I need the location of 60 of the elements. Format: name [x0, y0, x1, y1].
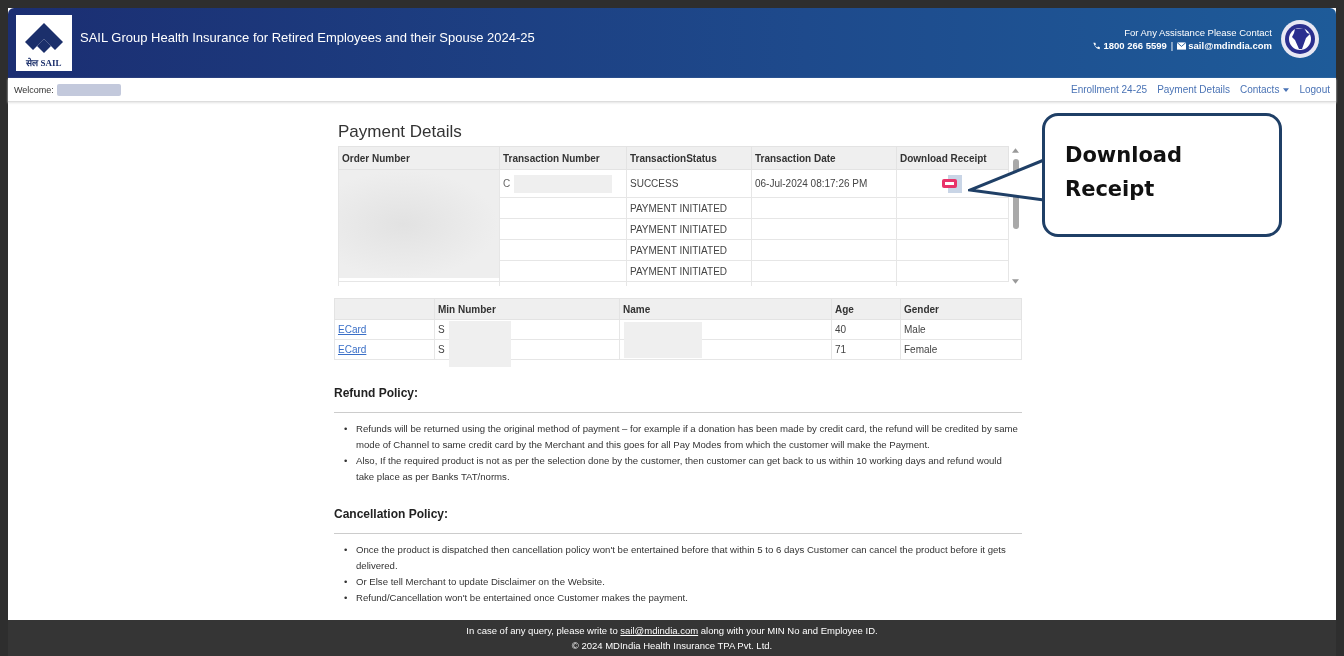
- scroll-down-icon[interactable]: [1012, 279, 1019, 284]
- table-cell: 71: [835, 344, 847, 355]
- scroll-up-icon[interactable]: [1012, 148, 1019, 153]
- redacted-name: [56, 83, 121, 96]
- page-title: Payment Details: [338, 122, 463, 142]
- column-header: Order Number: [338, 146, 500, 170]
- policy-item: Or Else tell Merchant to update Disclaimer on the Website.: [356, 575, 605, 589]
- nav-link[interactable]: Logout: [1299, 84, 1330, 95]
- nav-link[interactable]: Enrollment 24-25: [1070, 84, 1148, 95]
- email-link[interactable]: sail@mdindia.com: [620, 625, 699, 636]
- table-cell: SUCCESS: [630, 178, 679, 189]
- table-cell: 40: [835, 324, 847, 335]
- assistance-label: For Any Assistance Please Contact: [1124, 27, 1272, 38]
- copyright-text: © 2024 MDIndia Health Insurance TPA Pvt. Ltd.: [571, 639, 773, 653]
- separator: |: [1170, 40, 1174, 51]
- column-header: Name: [623, 303, 651, 315]
- ecard-link[interactable]: ECard: [338, 344, 367, 355]
- caret-icon: [1283, 87, 1290, 92]
- bullet: •: [344, 591, 349, 605]
- policy-item: Refund/Cancellation won't be entertained once Customer makes the payment.: [356, 591, 688, 605]
- footer-query-text: In case of any query, please write to sail@mdindia.com along with your MIN No and Employee ID.: [466, 624, 878, 638]
- table-cell: PAYMENT INITIATED: [630, 223, 728, 235]
- logo-caption: सेल SAIL: [26, 56, 62, 69]
- nav-link[interactable]: Payment Details: [1157, 84, 1230, 95]
- bullet: •: [344, 422, 349, 436]
- welcome-label: Welcome:: [14, 84, 54, 95]
- phone-icon: [1092, 41, 1102, 50]
- table-cell: PAYMENT INITIATED: [630, 202, 728, 214]
- column-header: Download Receipt: [896, 146, 1009, 170]
- column-header: Gender: [904, 303, 939, 315]
- table-cell: S: [438, 324, 445, 335]
- table-cell: Male: [904, 324, 926, 335]
- policy-heading: Refund Policy:: [334, 386, 419, 400]
- contact-email: sail@mdindia.com: [1188, 40, 1272, 51]
- table-cell: Female: [904, 344, 938, 355]
- nav-link[interactable]: Contacts: [1239, 84, 1290, 95]
- policy-item: Refunds will be returned using the original method of payment – for example if a donation has been made by credit card, the refund will be credited by same mode of Channel to same credit card by the Merchant and this goes for all Pay Modes from which the customer will make the Payment.: [356, 422, 1019, 452]
- ecard-link[interactable]: ECard: [338, 324, 367, 335]
- column-header: Transaction Date: [751, 146, 897, 170]
- table-cell: C: [503, 177, 511, 189]
- site-title: SAIL Group Health Insurance for Retired Employees and their Spouse 2024-25: [80, 29, 535, 45]
- mail-icon: [1177, 41, 1187, 50]
- column-header: TransactionStatus: [626, 146, 752, 170]
- column-header: Min Number: [438, 303, 496, 315]
- table-cell: PAYMENT INITIATED: [630, 244, 728, 256]
- table-cell: PAYMENT INITIATED: [630, 265, 728, 277]
- column-header: Age: [835, 303, 854, 315]
- policy-heading: Cancellation Policy:: [334, 507, 450, 521]
- bullet: •: [344, 454, 349, 468]
- policy-item: Also, If the required product is not as per the selection done by the customer, then customer can get back to us within 10 working days and refund would take place as per Banks TAT/norms.: [356, 454, 1003, 484]
- pdf-download-icon[interactable]: [941, 174, 964, 193]
- column-header: Transaction Number: [499, 146, 627, 170]
- phone-number: 1800 266 5599: [1103, 40, 1167, 51]
- bullet: •: [344, 543, 349, 557]
- table-cell: S: [438, 344, 445, 355]
- table-cell: 06-Jul-2024 08:17:26 PM: [755, 178, 868, 189]
- bullet: •: [344, 575, 349, 589]
- diamond-logo-icon: [24, 22, 64, 54]
- callout-text: Download Receipt: [1065, 142, 1184, 203]
- policy-item: Once the product is dispatched then cancellation policy won't be entertained before that within 5 to 6 days Customer can cancel the product before it gets delivered.: [356, 543, 1007, 573]
